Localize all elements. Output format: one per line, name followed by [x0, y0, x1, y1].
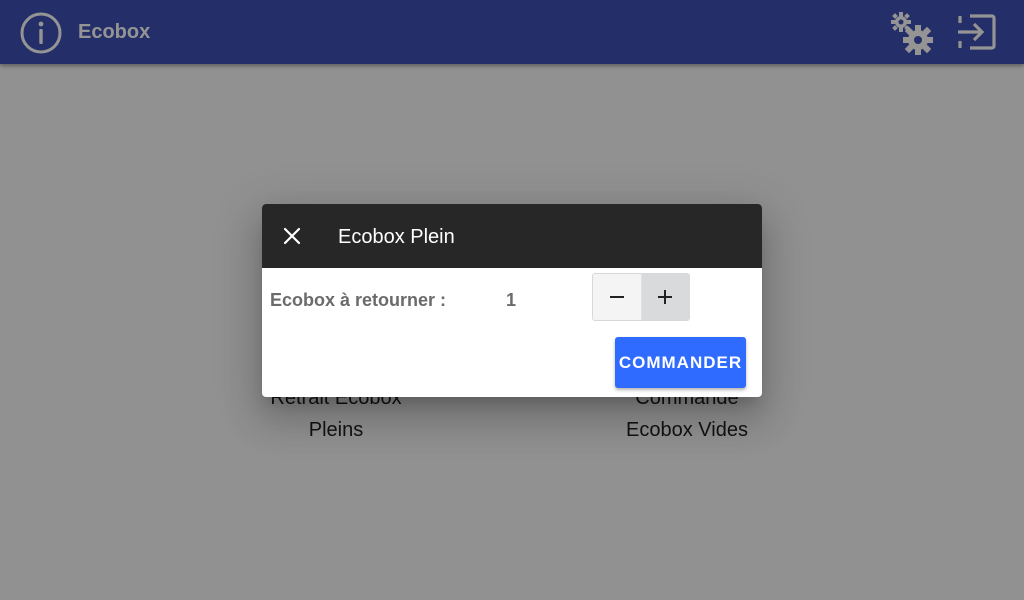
plus-icon: [658, 290, 673, 304]
minus-icon: [609, 296, 624, 298]
quantity-label: Ecobox à retourner :: [270, 290, 447, 310]
quantity-stepper: [592, 273, 690, 321]
ecobox-plein-dialog: Ecobox Plein Ecobox à retourner : 1 COMM…: [262, 204, 762, 397]
close-button[interactable]: [276, 220, 308, 252]
increment-button[interactable]: [641, 274, 689, 320]
quantity-value: 1: [506, 290, 517, 310]
dialog-title: Ecobox Plein: [338, 226, 455, 248]
decrement-button[interactable]: [593, 274, 642, 320]
close-icon: [283, 227, 301, 245]
commander-button[interactable]: COMMANDER: [615, 337, 746, 388]
dialog-toolbar: Ecobox Plein: [262, 204, 762, 268]
